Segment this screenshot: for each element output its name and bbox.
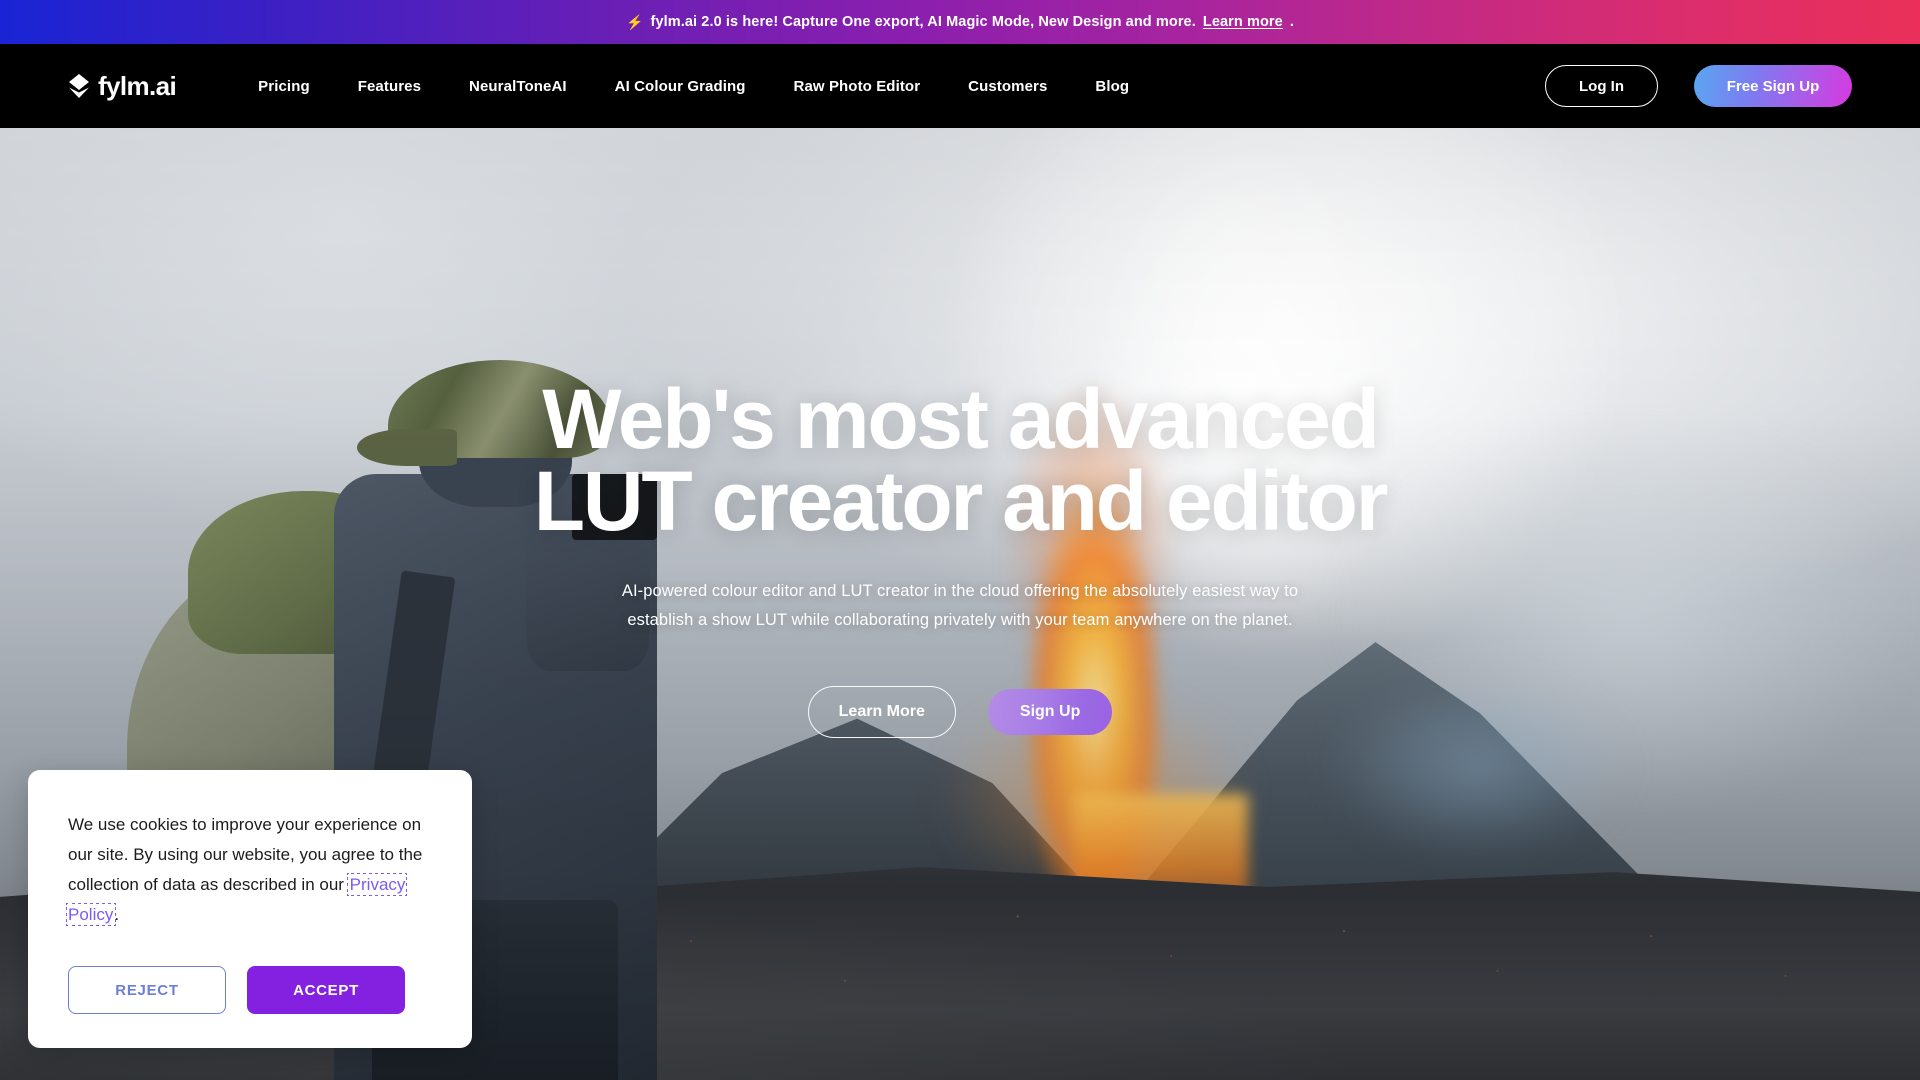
- hero-secondary-button[interactable]: Learn More: [807, 686, 956, 739]
- announcement-period: .: [1289, 14, 1294, 30]
- hero-cta-row: Learn More Sign Up: [70, 686, 1850, 739]
- nav-link-features[interactable]: Features: [358, 78, 421, 95]
- site-logo[interactable]: fylm.ai: [68, 71, 177, 101]
- cookie-consent-banner: We use cookies to improve your experienc…: [28, 770, 472, 1048]
- cookie-consent-text: We use cookies to improve your experienc…: [65, 810, 432, 930]
- nav-link-pricing[interactable]: Pricing: [258, 78, 310, 95]
- nav-link-blog[interactable]: Blog: [1095, 78, 1129, 95]
- fylm-diamond-logo-icon: [69, 74, 89, 98]
- announcement-learn-more-link[interactable]: Learn more: [1203, 14, 1283, 30]
- nav-link-raw-photo-editor[interactable]: Raw Photo Editor: [794, 78, 921, 95]
- hero-title-line-2: LUT creator and editor: [533, 454, 1389, 549]
- cookie-text-period: .: [114, 905, 120, 925]
- hero-content: Web's most advanced LUT creator and edit…: [0, 377, 1920, 739]
- free-sign-up-button[interactable]: Free Sign Up: [1694, 65, 1852, 107]
- nav-actions: Log In Free Sign Up: [1545, 65, 1852, 107]
- cookie-actions: REJECT ACCEPT: [68, 966, 432, 1014]
- site-logo-text: fylm.ai: [98, 71, 177, 101]
- announcement-text: ⚡ fylm.ai 2.0 is here! Capture One expor…: [626, 14, 1294, 30]
- cookie-reject-button[interactable]: REJECT: [68, 966, 226, 1014]
- hero-title-line-1: Web's most advanced: [542, 372, 1380, 466]
- nav-link-customers[interactable]: Customers: [968, 78, 1047, 95]
- hero-subtitle-line-2: establish a show LUT while collaborating…: [627, 610, 1293, 629]
- landing-page: ⚡ fylm.ai 2.0 is here! Capture One expor…: [0, 0, 1920, 1080]
- main-navigation-bar: fylm.ai Pricing Features NeuralToneAI AI…: [0, 44, 1920, 128]
- hero-sign-up-button[interactable]: Sign Up: [987, 689, 1113, 736]
- nav-link-ai-colour-grading[interactable]: AI Colour Grading: [615, 78, 746, 95]
- cookie-accept-button[interactable]: ACCEPT: [247, 966, 405, 1014]
- announcement-banner: ⚡ fylm.ai 2.0 is here! Capture One expor…: [0, 0, 1920, 44]
- nav-links: Pricing Features NeuralToneAI AI Colour …: [258, 78, 1129, 95]
- hero-title: Web's most advanced LUT creator and edit…: [430, 377, 1490, 543]
- nav-link-neuraltoneai[interactable]: NeuralToneAI: [469, 78, 567, 95]
- lightning-bolt-icon: ⚡: [626, 14, 644, 30]
- hero-subtitle-line-1: AI-powered colour editor and LUT creator…: [621, 581, 1299, 600]
- hero-subtitle: AI-powered colour editor and LUT creator…: [615, 577, 1305, 635]
- announcement-message: fylm.ai 2.0 is here! Capture One export,…: [650, 14, 1196, 30]
- log-in-button[interactable]: Log In: [1545, 65, 1658, 107]
